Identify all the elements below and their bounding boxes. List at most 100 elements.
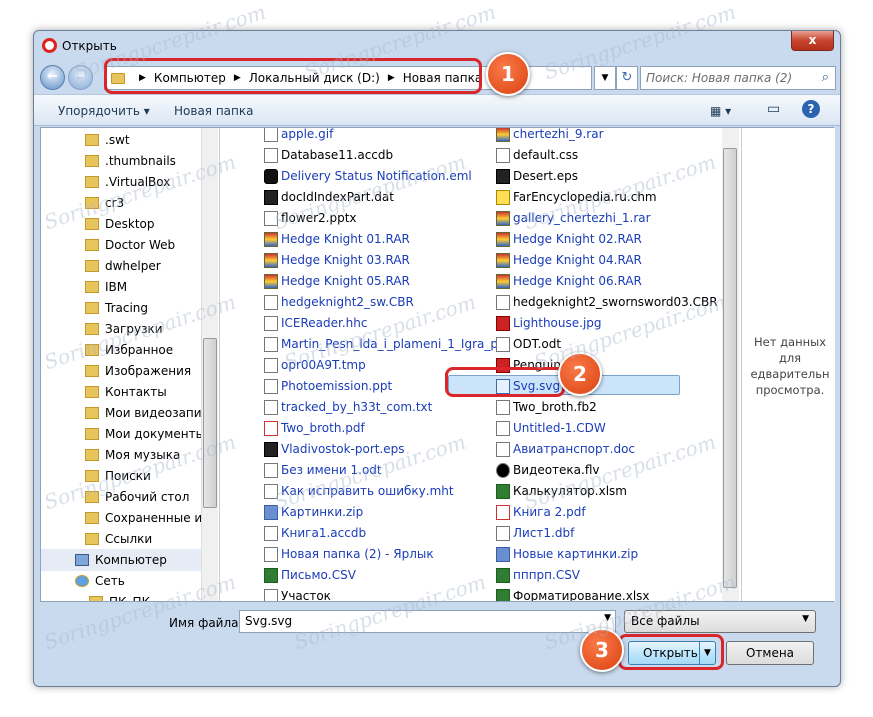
cancel-button[interactable]: Отмена bbox=[726, 641, 814, 665]
file-item[interactable]: Database11.accdb bbox=[264, 145, 393, 166]
file-item[interactable]: Desert.eps bbox=[496, 166, 578, 187]
address-dropdown-button[interactable]: ▼ bbox=[594, 66, 616, 90]
tree-scroll-thumb[interactable] bbox=[203, 338, 217, 508]
file-item[interactable]: ODT.odt bbox=[496, 334, 561, 355]
tree-item[interactable]: Избранное bbox=[85, 340, 173, 361]
file-item[interactable]: Hedge Knight 04.RAR bbox=[496, 250, 642, 271]
chevron-down-icon[interactable]: ▼ bbox=[604, 613, 611, 623]
tree-item[interactable]: Мои документы bbox=[85, 424, 205, 445]
file-item[interactable]: Hedge Knight 03.RAR bbox=[264, 250, 410, 271]
folder-icon bbox=[85, 176, 99, 188]
views-button[interactable]: ▦ ▾ bbox=[710, 104, 731, 118]
new-folder-button[interactable]: Новая папка bbox=[174, 104, 253, 118]
file-item[interactable]: ICEReader.hhc bbox=[264, 313, 368, 334]
file-item[interactable]: hedgeknight2_swornsword03.CBR bbox=[496, 292, 718, 313]
folder-icon bbox=[85, 365, 99, 377]
tree-item-label: IBM bbox=[105, 280, 128, 294]
tree-item[interactable]: Desktop bbox=[85, 214, 155, 235]
forward-button[interactable]: → bbox=[68, 65, 93, 90]
refresh-button[interactable]: ↻ bbox=[616, 66, 638, 90]
file-item[interactable]: Картинки.zip bbox=[264, 502, 363, 523]
file-item[interactable]: Photoemission.ppt bbox=[264, 376, 392, 397]
file-item[interactable]: Hedge Knight 05.RAR bbox=[264, 271, 410, 292]
tree-item[interactable]: IBM bbox=[85, 277, 127, 298]
file-item[interactable]: Книга 2.pdf bbox=[496, 502, 586, 523]
file-type-select[interactable]: Все файлы ▼ bbox=[624, 610, 816, 633]
file-list-scrollbar[interactable] bbox=[722, 128, 739, 601]
file-item[interactable]: docIdIndexPart.dat bbox=[264, 187, 394, 208]
file-item[interactable]: Лист1.dbf bbox=[496, 523, 574, 544]
file-item[interactable]: Two_broth.fb2 bbox=[496, 397, 597, 418]
file-item[interactable]: Новые картинки.zip bbox=[496, 544, 638, 565]
tree-item[interactable]: Контакты bbox=[85, 382, 167, 403]
file-item[interactable]: hedgeknight2_sw.CBR bbox=[264, 292, 414, 313]
close-button[interactable]: x bbox=[791, 31, 834, 51]
address-highlight bbox=[104, 58, 482, 94]
file-item[interactable]: FarEncyclopedia.ru.chm bbox=[496, 187, 657, 208]
file-name: Hedge Knight 02.RAR bbox=[513, 232, 642, 246]
tree-item[interactable]: Моя музыка bbox=[85, 445, 180, 466]
tree-item[interactable]: .swt bbox=[85, 130, 130, 151]
file-item[interactable]: Калькулятор.xlsm bbox=[496, 481, 627, 502]
tree-item[interactable]: Сеть bbox=[75, 571, 125, 592]
file-item[interactable]: gallery_chertezhi_1.rar bbox=[496, 208, 651, 229]
search-icon[interactable]: ⌕ bbox=[822, 70, 829, 85]
file-item[interactable]: apple.gif bbox=[264, 128, 333, 145]
file-name: Письмо.CSV bbox=[281, 568, 356, 582]
tree-item[interactable]: ПК_ПК bbox=[89, 592, 150, 601]
tree-item[interactable]: Загрузки bbox=[85, 319, 163, 340]
file-item[interactable]: tracked_by_h33t_com.txt bbox=[264, 397, 432, 418]
file-item[interactable]: пппрп.CSV bbox=[496, 565, 580, 586]
file-item[interactable]: opr00A9T.tmp bbox=[264, 355, 366, 376]
file-item[interactable]: Без имени 1.odt bbox=[264, 460, 382, 481]
file-item[interactable]: Martin_Pesn_lda_i_plameni_1_Igra_p... bbox=[264, 334, 509, 355]
img-file-icon bbox=[264, 128, 278, 142]
file-item[interactable]: Delivery Status Notification.eml bbox=[264, 166, 472, 187]
organize-button[interactable]: Упорядочить ▾ bbox=[58, 104, 150, 118]
tree-item[interactable]: dwhelper bbox=[85, 256, 161, 277]
tree-item[interactable]: Сохраненные иг bbox=[85, 508, 209, 529]
tree-item[interactable]: cr3 bbox=[85, 193, 124, 214]
file-name: tracked_by_h33t_com.txt bbox=[281, 400, 433, 414]
file-item[interactable]: Письмо.CSV bbox=[264, 565, 356, 586]
file-item[interactable]: Как исправить ошибку.mht bbox=[264, 481, 454, 502]
file-item[interactable]: Книга1.accdb bbox=[264, 523, 366, 544]
file-item[interactable]: Hedge Knight 02.RAR bbox=[496, 229, 642, 250]
tree-item[interactable]: Изображения bbox=[85, 361, 191, 382]
back-button[interactable]: ← bbox=[40, 65, 65, 90]
tree-item[interactable]: Ссылки bbox=[85, 529, 152, 550]
file-item[interactable]: default.css bbox=[496, 145, 578, 166]
file-item[interactable]: Видеотека.flv bbox=[496, 460, 600, 481]
help-icon[interactable]: ? bbox=[802, 100, 820, 118]
filename-input[interactable]: Svg.svg ▼ bbox=[239, 610, 616, 633]
file-item[interactable]: Untitled-1.CDW bbox=[496, 418, 606, 439]
search-input[interactable]: Поиск: Новая папка (2) ⌕ bbox=[640, 66, 836, 90]
tree-item[interactable]: Компьютер bbox=[75, 550, 167, 571]
folder-icon bbox=[85, 302, 99, 314]
file-item[interactable]: Новая папка (2) - Ярлык bbox=[264, 544, 434, 565]
file-item[interactable]: Lighthouse.jpg bbox=[496, 313, 602, 334]
tree-item[interactable]: Рабочий стол bbox=[85, 487, 189, 508]
rar-file-icon bbox=[264, 274, 278, 289]
tree-item[interactable]: Мои видеозапис bbox=[85, 403, 208, 424]
file-item[interactable]: Vladivostok-port.eps bbox=[264, 439, 405, 460]
file-item[interactable]: Hedge Knight 01.RAR bbox=[264, 229, 410, 250]
tree-scrollbar[interactable] bbox=[201, 128, 218, 601]
file-item[interactable]: chertezhi_9.rar bbox=[496, 128, 604, 145]
file-item[interactable]: Участок bbox=[264, 586, 331, 601]
file-item[interactable]: Two_broth.pdf bbox=[264, 418, 365, 439]
file-item[interactable]: flower2.pptx bbox=[264, 208, 357, 229]
file-item[interactable]: Форматирование.xlsx bbox=[496, 586, 650, 601]
tree-item[interactable]: Doctor Web bbox=[85, 235, 175, 256]
preview-pane-button[interactable]: ▭ bbox=[767, 101, 780, 117]
folder-icon bbox=[85, 533, 99, 545]
tree-item[interactable]: .thumbnails bbox=[85, 151, 176, 172]
tree-item[interactable]: Tracing bbox=[85, 298, 148, 319]
tree-item[interactable]: .VirtualBox bbox=[85, 172, 170, 193]
tree-item-label: Избранное bbox=[105, 343, 174, 357]
file-name: Untitled-1.CDW bbox=[513, 421, 606, 435]
file-item[interactable]: Авиатранспорт.doc bbox=[496, 439, 635, 460]
file-list-scroll-thumb[interactable] bbox=[723, 148, 737, 588]
file-item[interactable]: Hedge Knight 06.RAR bbox=[496, 271, 642, 292]
tree-item[interactable]: Поиски bbox=[85, 466, 151, 487]
